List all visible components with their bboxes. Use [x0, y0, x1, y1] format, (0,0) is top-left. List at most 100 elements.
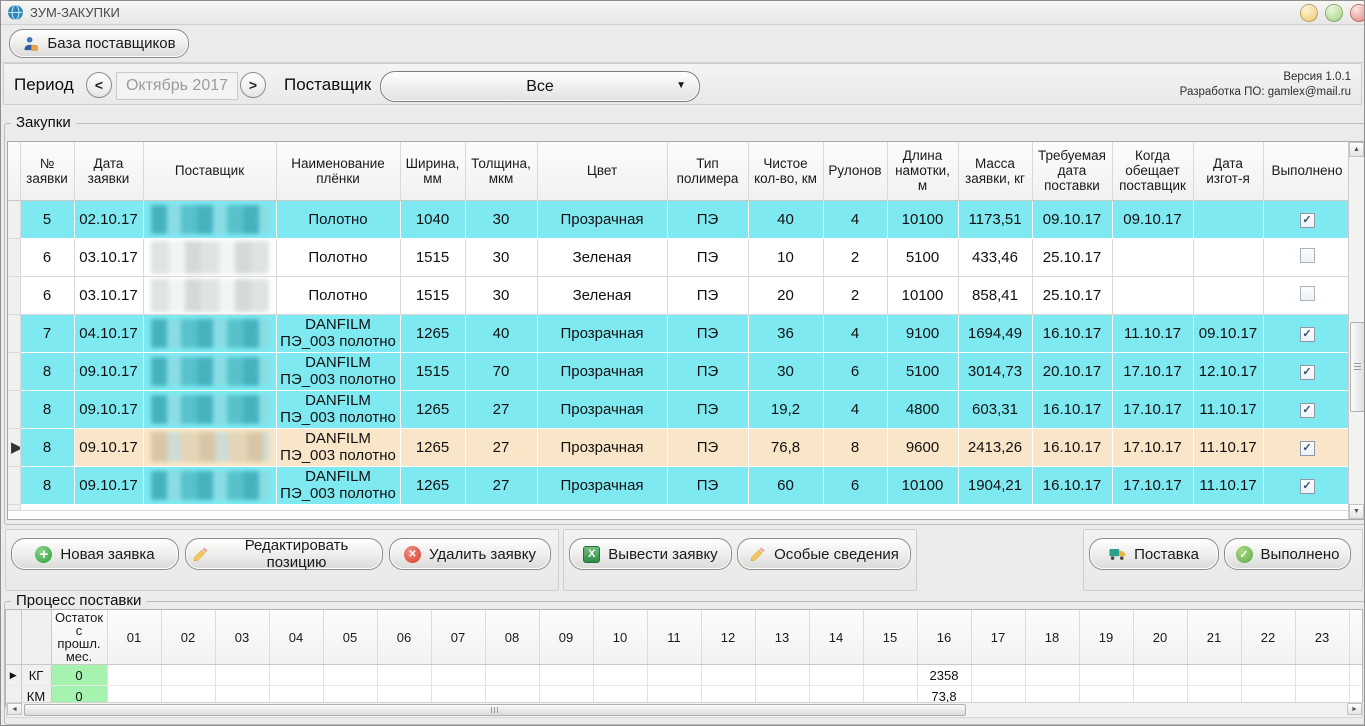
cell-num[interactable]: 8	[20, 390, 74, 428]
cell-film[interactable]: DANFILM ПЭ_003 полотно	[276, 466, 400, 504]
cell-num[interactable]: 5	[20, 200, 74, 238]
cell-mass_kg[interactable]: 1173,51	[958, 200, 1032, 238]
column-header-num[interactable]: № заявки	[20, 142, 74, 200]
scroll-left-icon[interactable]: ◄	[7, 703, 22, 715]
cell-date[interactable]: 03.10.17	[74, 276, 143, 314]
cell-due[interactable]: 16.10.17	[1032, 466, 1112, 504]
cell-num[interactable]: 8	[20, 466, 74, 504]
day-cell-15[interactable]	[863, 665, 917, 686]
delivery-button[interactable]: Поставка	[1089, 538, 1219, 570]
cell-promise[interactable]	[1112, 276, 1193, 314]
cell-polymer[interactable]: ПЭ	[667, 276, 748, 314]
cell-net_km[interactable]: 60	[748, 466, 823, 504]
cell-supplier[interactable]	[143, 200, 276, 238]
column-header-width_mm[interactable]: Ширина, мм	[400, 142, 465, 200]
cell-made[interactable]: 12.10.17	[1193, 352, 1263, 390]
cell-due[interactable]: 09.10.17	[1032, 200, 1112, 238]
cell-made[interactable]: 09.10.17	[1193, 314, 1263, 352]
vertical-scrollbar[interactable]: ▲ ▼	[1348, 142, 1364, 519]
cell-num[interactable]: 7	[20, 314, 74, 352]
cell-color[interactable]: Прозрачная	[537, 428, 667, 466]
cell-film[interactable]: DANFILM ПЭ_003 полотно	[276, 428, 400, 466]
cell-rolls[interactable]: 2	[823, 238, 887, 276]
row-header[interactable]	[8, 390, 20, 428]
done-checkbox-checked[interactable]: ✓	[1300, 213, 1315, 228]
cell-film[interactable]: Полотно	[276, 238, 400, 276]
cell-promise[interactable]: 11.10.17	[1112, 314, 1193, 352]
cell-done[interactable]	[1263, 238, 1351, 276]
day-cell-20[interactable]	[1133, 665, 1187, 686]
cell-supplier[interactable]	[143, 466, 276, 504]
cell-wind_m[interactable]: 5100	[887, 352, 958, 390]
cell-made[interactable]: 11.10.17	[1193, 390, 1263, 428]
cell-thickness[interactable]: 30	[465, 276, 537, 314]
column-header-rolls[interactable]: Рулонов	[823, 142, 887, 200]
day-cell-10[interactable]	[593, 665, 647, 686]
cell-made[interactable]: 11.10.17	[1193, 466, 1263, 504]
cell-supplier[interactable]	[143, 314, 276, 352]
cell-done[interactable]	[1263, 276, 1351, 314]
cell-done[interactable]: ✓	[1263, 390, 1351, 428]
cell-mass_kg[interactable]: 603,31	[958, 390, 1032, 428]
cell-num[interactable]: 8	[20, 428, 74, 466]
cell-rolls[interactable]: 6	[823, 466, 887, 504]
cell-polymer[interactable]: ПЭ	[667, 314, 748, 352]
day-column-header-16[interactable]: 16	[917, 610, 971, 665]
day-column-header-11[interactable]: 11	[647, 610, 701, 665]
day-cell-09[interactable]	[539, 665, 593, 686]
cell-done[interactable]: ✓	[1263, 352, 1351, 390]
cell-num[interactable]: 8	[20, 352, 74, 390]
cell-thickness[interactable]: 30	[465, 238, 537, 276]
cell-date[interactable]: 03.10.17	[74, 238, 143, 276]
cell-thickness[interactable]: 27	[465, 428, 537, 466]
row-header[interactable]	[8, 466, 20, 504]
day-cell-05[interactable]	[323, 665, 377, 686]
cell-due[interactable]: 16.10.17	[1032, 390, 1112, 428]
cell-net_km[interactable]: 36	[748, 314, 823, 352]
done-checkbox-checked[interactable]: ✓	[1300, 479, 1315, 494]
cell-width_mm[interactable]: 1515	[400, 352, 465, 390]
day-cell-22[interactable]	[1241, 665, 1295, 686]
cell-thickness[interactable]: 30	[465, 200, 537, 238]
day-column-header-08[interactable]: 08	[485, 610, 539, 665]
cell-wind_m[interactable]: 10100	[887, 276, 958, 314]
column-header-done[interactable]: Выполнено	[1263, 142, 1351, 200]
day-column-header-19[interactable]: 19	[1079, 610, 1133, 665]
day-column-header-18[interactable]: 18	[1025, 610, 1079, 665]
column-header-wind_m[interactable]: Длина намотки, м	[887, 142, 958, 200]
cell-polymer[interactable]: ПЭ	[667, 352, 748, 390]
cell-color[interactable]: Прозрачная	[537, 466, 667, 504]
day-column-header-17[interactable]: 17	[971, 610, 1025, 665]
day-cell-02[interactable]	[161, 665, 215, 686]
cell-wind_m[interactable]: 5100	[887, 238, 958, 276]
cell-date[interactable]: 09.10.17	[74, 466, 143, 504]
day-cell-03[interactable]	[215, 665, 269, 686]
cell-wind_m[interactable]: 10100	[887, 200, 958, 238]
cell-width_mm[interactable]: 1515	[400, 276, 465, 314]
cell-rolls[interactable]: 4	[823, 200, 887, 238]
new-request-button[interactable]: + Новая заявка	[11, 538, 179, 570]
day-cell-21[interactable]	[1187, 665, 1241, 686]
done-checkbox-checked[interactable]: ✓	[1300, 403, 1315, 418]
cell-due[interactable]: 25.10.17	[1032, 238, 1112, 276]
cell-color[interactable]: Прозрачная	[537, 352, 667, 390]
cell-polymer[interactable]: ПЭ	[667, 428, 748, 466]
cell-promise[interactable]: 09.10.17	[1112, 200, 1193, 238]
cell-done[interactable]: ✓	[1263, 314, 1351, 352]
cell-rolls[interactable]: 6	[823, 352, 887, 390]
day-column-header-06[interactable]: 06	[377, 610, 431, 665]
day-cell-04[interactable]	[269, 665, 323, 686]
special-info-button[interactable]: Особые сведения	[737, 538, 911, 570]
cell-num[interactable]: 6	[20, 238, 74, 276]
cell-made[interactable]	[1193, 200, 1263, 238]
cell-done[interactable]: ✓	[1263, 428, 1351, 466]
cell-film[interactable]: DANFILM ПЭ_003 полотно	[276, 390, 400, 428]
cell-made[interactable]	[1193, 276, 1263, 314]
cell-date[interactable]: 09.10.17	[74, 428, 143, 466]
close-button[interactable]	[1350, 4, 1365, 22]
cell-supplier[interactable]	[143, 352, 276, 390]
cell-supplier[interactable]	[143, 428, 276, 466]
column-header-thickness[interactable]: Толщина, мкм	[465, 142, 537, 200]
cell-wind_m[interactable]: 10100	[887, 466, 958, 504]
cell-net_km[interactable]: 20	[748, 276, 823, 314]
